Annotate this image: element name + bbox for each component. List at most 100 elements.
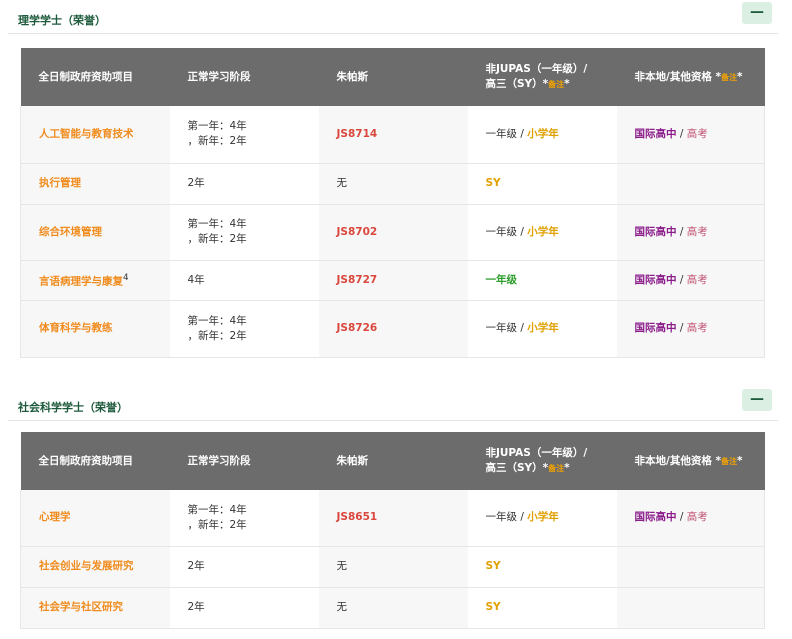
sy-label: 小学年 <box>527 511 559 524</box>
table-row: 人工智能与教育技术 第一年：4年 ，新年：2年 JS8714 一年级 / 小学年 国际高中… <box>20 106 765 164</box>
table-row: 言语病理学与康复4 4年 JS8727 一年级 国际高中 / 高考 <box>20 260 765 301</box>
program-link[interactable]: 社会创业与发展研究 <box>39 560 134 572</box>
program-link[interactable]: 言语病理学与康复 <box>39 275 123 287</box>
header-star: * <box>736 70 743 83</box>
program-link[interactable]: 人工智能与教育技术 <box>39 128 134 140</box>
program-link[interactable]: 体育科学与教练 <box>39 322 113 334</box>
header-non-jupas-line2: 高三（SY）* <box>485 78 549 90</box>
sy-label: 小学年 <box>527 225 559 238</box>
cell-non-jupas: 一年级 / 小学年 <box>467 106 617 164</box>
jupas-code: JS8702 <box>336 225 378 238</box>
cell-program: 心理学 <box>20 490 170 547</box>
cell-other-quals: 国际高中 / 高考 <box>616 204 765 261</box>
duration-line2: ，新年：2年 <box>187 518 247 531</box>
cell-jupas-code: JS8702 <box>318 204 468 261</box>
table-row: 心理学 第一年：4年 ，新年：2年 JS8651 一年级 / 小学年 国际高中 / 高考 <box>20 490 765 547</box>
cell-non-jupas: SY <box>467 587 617 629</box>
duration-line2: ，新年：2年 <box>187 135 247 148</box>
year1-label: 一年级 <box>485 127 518 140</box>
separator: / <box>676 225 687 238</box>
cell-other-quals: 国际高中 / 高考 <box>616 260 765 301</box>
header-other-quals-label: 非本地/其他资格 * <box>634 70 721 83</box>
jupas-code: 无 <box>336 177 348 189</box>
sy-label: SY <box>485 601 501 613</box>
header-non-jupas-line1: 非JUPAS（一年级）/ <box>485 447 588 459</box>
cell-non-jupas: 一年级 / 小学年 <box>467 490 617 547</box>
table-row: 社会创业与发展研究 2年 无 SY <box>20 546 765 588</box>
sy-label: 小学年 <box>527 322 559 334</box>
duration-line2: ，新年：2年 <box>187 329 247 342</box>
header-star: * <box>564 462 570 474</box>
cell-jupas-code: 无 <box>318 163 468 205</box>
collapse-button[interactable]: — <box>742 389 772 411</box>
program-link[interactable]: 社会学与社区研究 <box>39 601 123 613</box>
cell-program: 言语病理学与康复4 <box>20 260 170 301</box>
jupas-code: JS8714 <box>336 127 378 140</box>
separator: / <box>517 511 528 524</box>
duration-line1: 第一年：4年 <box>187 218 247 230</box>
duration-line2: ，新年：2年 <box>187 233 247 245</box>
header-non-jupas-line1: 非JUPAS（一年级）/ <box>485 63 588 75</box>
table-row: 体育科学与教练 第一年：4年 ，新年：2年 JS8726 一年级 / 小学年 国际高中 /… <box>20 300 765 358</box>
note-link[interactable]: 备注 <box>548 80 564 89</box>
jupas-code: 无 <box>336 560 348 572</box>
ib-label: 国际高中 <box>634 322 677 334</box>
header-non-jupas: 非JUPAS（一年级）/ 高三（SY）*备注* <box>467 48 617 106</box>
table-header-row: 全日制政府资助项目 正常学习阶段 朱帕斯 非JUPAS（一年级）/ 高三（SY）*… <box>20 48 765 106</box>
cell-program: 体育科学与教练 <box>20 300 170 358</box>
separator: / <box>517 225 528 238</box>
table-header-row: 全日制政府资助项目 正常学习阶段 朱帕斯 非JUPAS（一年级）/ 高三（SY）*… <box>20 432 765 490</box>
cell-non-jupas: SY <box>467 546 617 588</box>
sy-label: SY <box>485 560 501 572</box>
header-duration: 正常学习阶段 <box>169 432 319 490</box>
cell-jupas-code: JS8714 <box>318 106 468 164</box>
programs-table-science: 全日制政府资助项目 正常学习阶段 朱帕斯 非JUPAS（一年级）/ 高三（SY）*… <box>20 48 765 358</box>
jupas-code: JS8726 <box>336 322 378 334</box>
gaokao-label: 高考 <box>686 225 708 238</box>
duration-line1: 4年 <box>187 273 205 286</box>
cell-other-quals <box>616 163 765 205</box>
cell-program: 社会学与社区研究 <box>20 587 170 629</box>
header-other-quals-label: 非本地/其他资格 * <box>634 454 721 467</box>
sy-label: 小学年 <box>527 127 559 140</box>
table-row: 执行管理 2年 无 SY <box>20 163 765 205</box>
header-jupas: 朱帕斯 <box>318 48 468 106</box>
gaokao-label: 高考 <box>686 511 708 524</box>
note-link[interactable]: 备注 <box>548 464 564 473</box>
cell-duration: 4年 <box>169 260 319 301</box>
note-link[interactable]: 备注 <box>721 73 737 82</box>
note-link[interactable]: 备注 <box>721 457 737 466</box>
year1-label: 一年级 <box>485 225 518 238</box>
year1-label: 一年级 <box>485 322 518 334</box>
header-duration: 正常学习阶段 <box>169 48 319 106</box>
separator: / <box>676 511 687 524</box>
jupas-code: JS8727 <box>336 273 378 286</box>
ib-label: 国际高中 <box>634 273 677 286</box>
header-other-quals: 非本地/其他资格 *备注* <box>616 432 765 490</box>
program-link[interactable]: 综合环境管理 <box>39 226 102 238</box>
program-link[interactable]: 执行管理 <box>39 177 81 189</box>
cell-duration: 第一年：4年 ，新年：2年 <box>169 490 319 547</box>
duration-line1: 2年 <box>187 601 205 613</box>
separator: / <box>517 322 528 334</box>
jupas-code: JS8651 <box>336 511 378 524</box>
ib-label: 国际高中 <box>634 225 677 238</box>
cell-non-jupas: SY <box>467 163 617 205</box>
section-title: 社会科学学士（荣誉） <box>18 401 128 414</box>
programs-table-social-science: 全日制政府资助项目 正常学习阶段 朱帕斯 非JUPAS（一年级）/ 高三（SY）*… <box>20 432 765 629</box>
header-non-jupas-line2: 高三（SY）* <box>485 462 549 474</box>
year1-label: 一年级 <box>485 273 518 286</box>
program-link[interactable]: 心理学 <box>39 511 71 523</box>
cell-jupas-code: 无 <box>318 587 468 629</box>
cell-non-jupas: 一年级 / 小学年 <box>467 300 617 358</box>
collapse-button[interactable]: — <box>742 2 772 24</box>
cell-other-quals: 国际高中 / 高考 <box>616 490 765 547</box>
duration-line1: 第一年：4年 <box>187 314 247 327</box>
gaokao-label: 高考 <box>686 273 708 286</box>
section-title: 理学学士（荣誉） <box>18 14 106 27</box>
cell-duration: 第一年：4年 ，新年：2年 <box>169 106 319 164</box>
header-other-quals: 非本地/其他资格 *备注* <box>616 48 765 106</box>
ib-label: 国际高中 <box>634 127 677 140</box>
cell-non-jupas: 一年级 <box>467 260 617 301</box>
header-program: 全日制政府资助项目 <box>20 432 170 490</box>
